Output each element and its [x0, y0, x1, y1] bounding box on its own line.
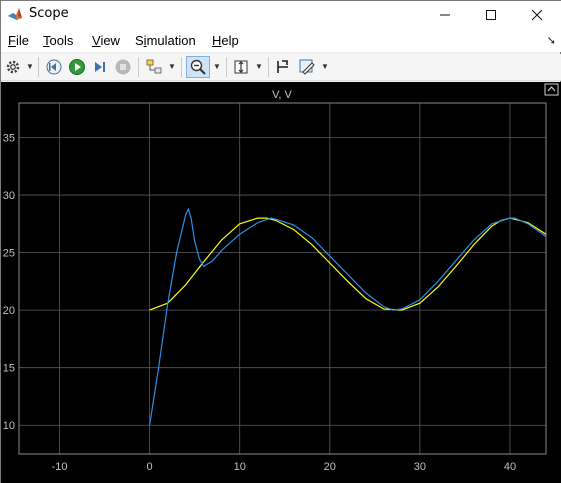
highlight-block-icon	[146, 59, 162, 74]
minimize-icon	[440, 14, 450, 15]
zoom-button[interactable]	[186, 56, 210, 78]
toolbar-separator	[38, 57, 39, 77]
y-tick-label: 15	[3, 363, 15, 375]
menu-view[interactable]: View	[92, 33, 120, 48]
signal-trace-1	[149, 217, 546, 311]
toolbar-separator	[138, 57, 139, 77]
y-tick-label: 20	[3, 305, 15, 317]
style-dropdown-icon[interactable]: ▼	[321, 62, 329, 71]
step-forward-icon	[95, 62, 105, 72]
run-icon	[69, 59, 85, 75]
zoom-dropdown-icon[interactable]: ▼	[213, 62, 221, 71]
scale-axes-button[interactable]	[231, 56, 251, 78]
step-forward-button[interactable]	[90, 56, 110, 78]
pencil-style-icon	[299, 59, 315, 75]
scope-window: Scope File Tools View Simulation Help ➘ …	[0, 0, 561, 483]
plot-title: V, V	[272, 89, 292, 101]
close-icon	[531, 9, 543, 20]
x-tick-label: 40	[504, 461, 516, 473]
title-bar: Scope	[1, 1, 561, 28]
menu-file-mnemonic: F	[8, 33, 16, 48]
menu-simulation[interactable]: Simulation	[135, 33, 196, 48]
x-tick-label: -10	[52, 461, 68, 473]
y-tick-labels: 10 15 20 25 30 35	[3, 133, 15, 433]
y-tick-label: 30	[3, 190, 15, 202]
toolbar-separator	[181, 57, 182, 77]
scope-display: V, V 10 15 20 25 30 35 -10 0 10 20 30 40	[1, 82, 561, 483]
close-button[interactable]	[514, 1, 560, 28]
highlight-simulink-block-button[interactable]	[144, 56, 164, 78]
step-back-icon	[46, 59, 62, 75]
menu-help-mnemonic: H	[212, 33, 222, 48]
y-tick-label: 35	[3, 133, 15, 145]
cursor-measurement-icon	[277, 60, 288, 73]
settings-dropdown-icon[interactable]: ▼	[26, 62, 34, 71]
stop-icon	[115, 59, 131, 75]
menu-file[interactable]: File	[8, 33, 29, 48]
window-title: Scope	[29, 6, 69, 21]
settings-button[interactable]	[4, 56, 22, 78]
toolbar-separator	[268, 57, 269, 77]
scope-chart[interactable]: V, V 10 15 20 25 30 35 -10 0 10 20 30 40	[1, 82, 561, 483]
zoom-out-icon	[190, 59, 206, 75]
axes-frame	[18, 102, 547, 455]
menu-tools-label: ools	[49, 33, 74, 48]
maximize-icon	[486, 9, 496, 20]
stop-button[interactable]	[113, 56, 133, 78]
matlab-logo-icon	[8, 8, 22, 20]
cursor-measurements-button[interactable]	[273, 56, 293, 78]
x-tick-label: 10	[234, 461, 246, 473]
y-tick-label: 10	[3, 420, 15, 432]
x-tick-label: 20	[324, 461, 336, 473]
maximize-button[interactable]	[468, 1, 514, 28]
x-tick-labels: -10 0 10 20 30 40	[52, 461, 517, 473]
x-tick-label: 0	[147, 461, 153, 473]
menu-simulation-label: Simulation	[135, 33, 196, 48]
dock-arrow-icon[interactable]: ➘	[547, 34, 556, 47]
menu-help[interactable]: Help	[212, 33, 239, 48]
x-tick-label: 30	[414, 461, 426, 473]
signal-traces	[149, 208, 546, 426]
step-back-button[interactable]	[44, 56, 64, 78]
toolbar-separator	[226, 57, 227, 77]
grid-lines	[19, 103, 546, 454]
restore-layout-button[interactable]	[544, 83, 559, 96]
style-button[interactable]	[297, 56, 317, 78]
y-tick-label: 25	[3, 248, 15, 260]
menu-view-label: iew	[100, 33, 120, 48]
scale-axes-icon	[234, 60, 248, 74]
run-button[interactable]	[67, 56, 87, 78]
scale-dropdown-icon[interactable]: ▼	[255, 62, 263, 71]
highlight-dropdown-icon[interactable]: ▼	[168, 62, 176, 71]
menu-tools[interactable]: Tools	[43, 33, 73, 48]
minimize-button[interactable]	[422, 1, 468, 28]
menu-help-label: elp	[221, 33, 239, 48]
gear-icon	[6, 60, 20, 74]
signal-trace-2	[149, 208, 546, 426]
toolbar: ▼ ▼ ▼ ▼ ▼	[1, 54, 561, 81]
menu-file-label: ile	[15, 33, 29, 48]
menu-bar: File Tools View Simulation Help ➘	[1, 28, 561, 52]
